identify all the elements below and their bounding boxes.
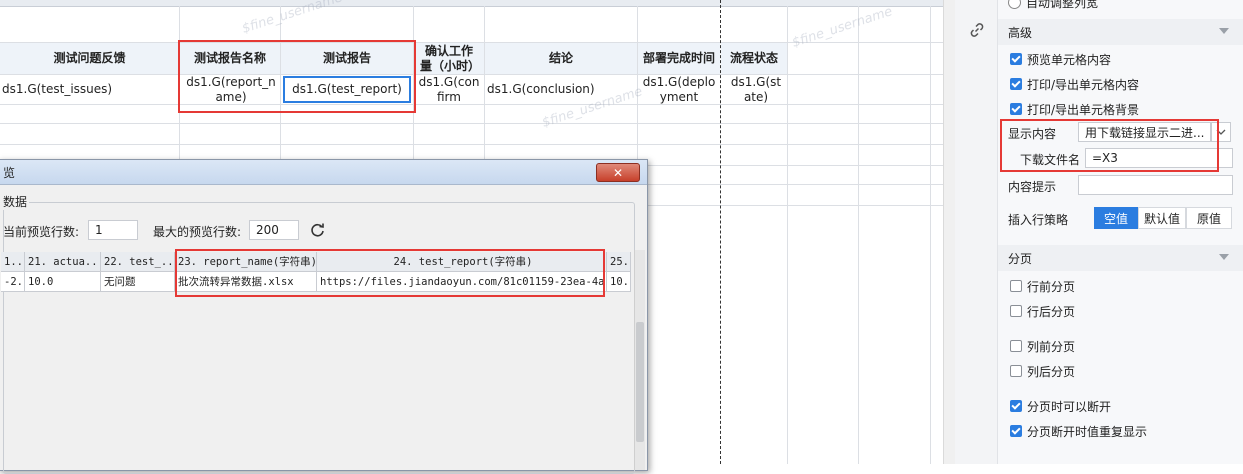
current-rows-input[interactable]: 1 — [88, 220, 138, 240]
close-button[interactable]: ✕ — [596, 163, 640, 182]
checkbox-checked-icon[interactable] — [1010, 103, 1022, 115]
checkbox-print-content[interactable]: 打印/导出单元格内容 — [1010, 74, 1139, 94]
column-header-test-report[interactable]: 24. test_report(字符串) — [317, 252, 607, 272]
checkbox-icon[interactable] — [1010, 365, 1022, 377]
table-cell[interactable]: 10.0 — [25, 272, 101, 292]
checkbox-label: 打印/导出单元格背景 — [1027, 102, 1140, 117]
table-cell-test-report[interactable]: https://files.jiandaoyun.com/81c01159-23… — [317, 272, 607, 292]
data-cell-report-name[interactable]: ds1.G(report_name) — [186, 75, 276, 104]
display-content-label: 显示内容 — [1008, 127, 1057, 141]
checkbox-can-break[interactable]: 分页时可以断开 — [1010, 396, 1111, 416]
checkbox-icon[interactable] — [1010, 340, 1022, 352]
checkbox-label: 行前分页 — [1027, 279, 1076, 294]
checkbox-row-after[interactable]: 行后分页 — [1010, 301, 1075, 321]
group-title: 数据 — [1, 193, 30, 210]
max-rows-label: 最大的预览行数: — [153, 225, 242, 239]
preview-table[interactable]: 1... 21. actua... 22. test_... 23. repor… — [1, 252, 631, 292]
property-panel: 自动调整列宽 高级 预览单元格内容 打印/导出单元格内容 打印/导出单元格背景 … — [998, 0, 1243, 464]
chevron-down-icon[interactable] — [1219, 28, 1229, 34]
side-toolstrip — [955, 0, 998, 464]
refresh-icon[interactable] — [309, 221, 327, 239]
checkbox-label: 预览单元格内容 — [1027, 52, 1112, 67]
header-cell-confirm[interactable]: 确认工作量（小时） — [414, 43, 484, 74]
data-cell-deploy[interactable]: ds1.G(deployment — [640, 75, 718, 104]
download-filename-input[interactable]: =X3 — [1085, 148, 1233, 168]
section-paging[interactable]: 分页 — [998, 245, 1243, 271]
watermark: $fine_username — [790, 4, 895, 51]
dialog-title: 览 — [3, 166, 16, 180]
auto-width-label: 自动调整列宽 — [1026, 0, 1099, 10]
data-cell-issues[interactable]: ds1.G(test_issues) — [0, 75, 179, 104]
data-cell-state[interactable]: ds1.G(state) — [728, 75, 784, 104]
radio-icon[interactable] — [1008, 0, 1021, 9]
column-header[interactable]: 25. — [607, 252, 631, 272]
checkbox-icon[interactable] — [1010, 305, 1022, 317]
chevron-down-icon[interactable] — [1219, 254, 1229, 260]
download-filename-label: 下载文件名 — [1020, 153, 1081, 167]
checkbox-print-bg[interactable]: 打印/导出单元格背景 — [1010, 99, 1139, 119]
data-cell-report-selected[interactable]: ds1.G(test_report) — [283, 76, 411, 103]
checkbox-label: 分页断开时值重复显示 — [1027, 424, 1148, 439]
section-advanced-title: 高级 — [1008, 25, 1033, 40]
header-cell-issues[interactable]: 测试问题反馈 — [0, 43, 179, 74]
checkbox-label: 行后分页 — [1027, 304, 1076, 319]
checkbox-label: 列后分页 — [1027, 364, 1076, 379]
column-header[interactable]: 1... — [1, 252, 25, 272]
header-cell-report-name[interactable]: 测试报告名称 — [180, 43, 280, 74]
checkbox-label: 分页时可以断开 — [1027, 399, 1112, 414]
table-cell[interactable]: 无问题 — [101, 272, 175, 292]
column-header-report-name[interactable]: 23. report_name(字符串) — [175, 252, 317, 272]
column-header[interactable]: 21. actua... — [25, 252, 101, 272]
close-icon: ✕ — [612, 165, 624, 180]
insert-policy-label: 插入行策略 — [1008, 213, 1069, 227]
content-tip-input[interactable] — [1078, 175, 1233, 195]
current-rows-label: 当前预览行数: — [3, 225, 80, 239]
preview-dialog[interactable]: 览 ✕ 数据 当前预览行数: 1 最大的预览行数: 200 1... 21. a… — [0, 159, 648, 474]
data-group — [3, 202, 635, 474]
header-cell-deploy[interactable]: 部署完成时间 — [638, 43, 720, 74]
auto-width-option[interactable]: 自动调整列宽 — [1008, 0, 1098, 11]
checkbox-preview-content[interactable]: 预览单元格内容 — [1010, 49, 1111, 69]
dialog-titlebar[interactable]: 览 ✕ — [0, 160, 647, 185]
display-content-select[interactable]: 用下载链接显示二进... — [1078, 122, 1211, 142]
header-cell-report[interactable]: 测试报告 — [281, 43, 413, 74]
checkbox-col-before[interactable]: 列前分页 — [1010, 336, 1075, 356]
checkbox-checked-icon[interactable] — [1010, 425, 1022, 437]
content-tip-label: 内容提示 — [1008, 180, 1057, 194]
link-icon[interactable] — [969, 22, 985, 38]
checkbox-checked-icon[interactable] — [1010, 400, 1022, 412]
scrollbar-thumb[interactable] — [636, 322, 644, 442]
header-cell-state[interactable]: 流程状态 — [721, 43, 787, 74]
insert-policy-empty-button[interactable]: 空值 — [1094, 207, 1138, 229]
data-cell-confirm[interactable]: ds1.G(confirm — [418, 75, 480, 104]
checkbox-checked-icon[interactable] — [1010, 53, 1022, 65]
checkbox-checked-icon[interactable] — [1010, 78, 1022, 90]
section-advanced[interactable]: 高级 — [998, 19, 1243, 45]
checkbox-row-before[interactable]: 行前分页 — [1010, 276, 1075, 296]
column-header[interactable]: 22. test_... — [101, 252, 175, 272]
column-header-strip — [0, 0, 943, 7]
checkbox-repeat-on-break[interactable]: 分页断开时值重复显示 — [1010, 421, 1147, 441]
checkbox-col-after[interactable]: 列后分页 — [1010, 361, 1075, 381]
table-cell[interactable]: -2... — [1, 272, 25, 292]
dialog-scrollbar[interactable] — [634, 250, 645, 470]
max-rows-input[interactable]: 200 — [249, 220, 299, 240]
table-cell[interactable]: 10. — [607, 272, 631, 292]
insert-policy-default-button[interactable]: 默认值 — [1138, 207, 1186, 229]
checkbox-icon[interactable] — [1010, 280, 1022, 292]
insert-policy-original-button[interactable]: 原值 — [1186, 207, 1232, 229]
dropdown-chevron-icon[interactable] — [1211, 122, 1231, 142]
section-paging-title: 分页 — [1008, 251, 1033, 266]
checkbox-label: 列前分页 — [1027, 339, 1076, 354]
checkbox-label: 打印/导出单元格内容 — [1027, 77, 1140, 92]
header-cell-conclusion[interactable]: 结论 — [485, 43, 637, 74]
table-cell-report-name[interactable]: 批次流转异常数据.xlsx — [175, 272, 317, 292]
